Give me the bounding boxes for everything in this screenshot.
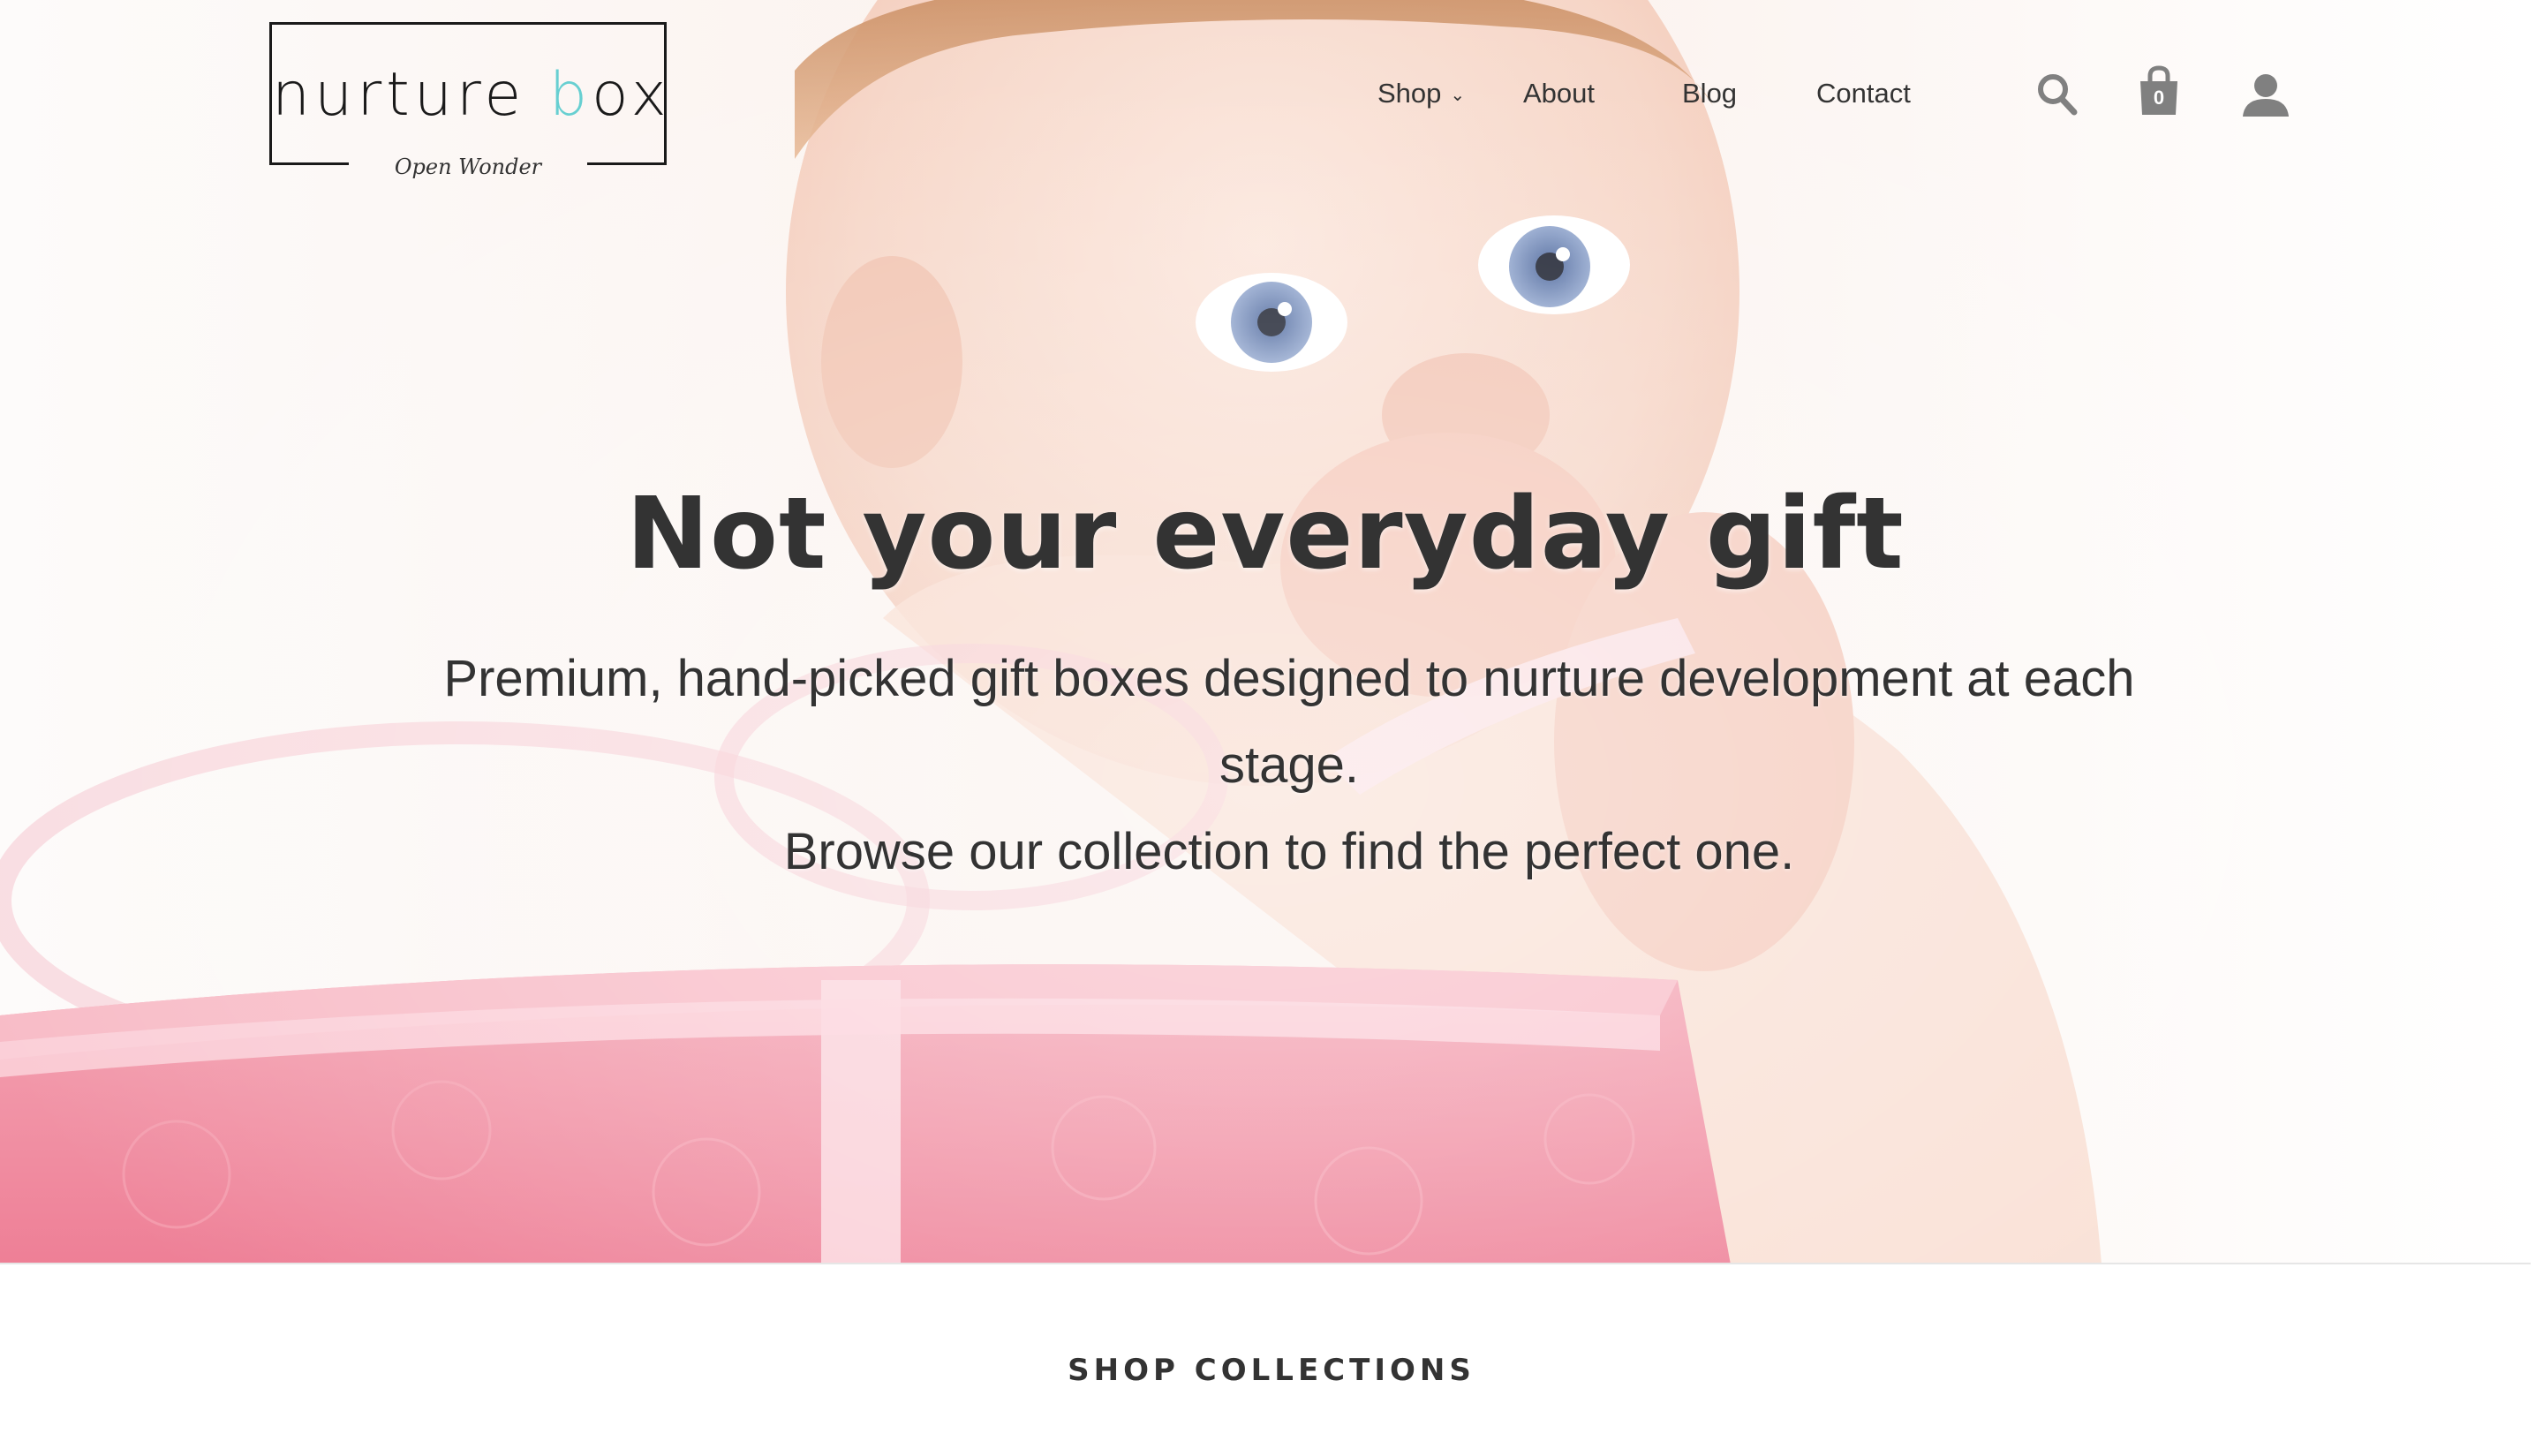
shop-collections-heading: SHOP COLLECTIONS xyxy=(1068,1353,1475,1388)
nav-item-contact[interactable]: Contact xyxy=(1816,78,1911,109)
user-icon xyxy=(2243,74,2289,117)
hero-subtitle: Premium, hand-picked gift boxes designed… xyxy=(389,636,2190,895)
account-button[interactable] xyxy=(2241,72,2290,121)
logo[interactable]: nurture box Open Wonder xyxy=(269,22,667,179)
logo-tagline: Open Wonder xyxy=(394,155,542,179)
page: Not your everyday gift Premium, hand-pic… xyxy=(0,0,2543,1456)
hero-overlay xyxy=(0,0,2531,1263)
hero-title: Not your everyday gift xyxy=(626,477,1905,592)
cart-count-badge: 0 xyxy=(2153,87,2165,109)
logo-word-part-1: nurture xyxy=(272,60,549,130)
hero-banner: Not your everyday gift Premium, hand-pic… xyxy=(0,0,2531,1264)
cart-button[interactable]: 0 xyxy=(2137,65,2181,117)
logo-wordmark: nurture box xyxy=(272,60,667,130)
hero-subtitle-line-2: Browse our collection to find the perfec… xyxy=(783,823,1795,880)
nav-item-label: Shop xyxy=(1377,78,1442,109)
nav-item-about[interactable]: About xyxy=(1523,78,1595,109)
nav-item-shop[interactable]: Shop ⌄ xyxy=(1377,78,1465,109)
logo-word-accent: b xyxy=(548,60,592,130)
nav-item-blog[interactable]: Blog xyxy=(1682,78,1737,109)
chevron-down-icon: ⌄ xyxy=(1450,86,1466,105)
logo-word-part-2: ox xyxy=(592,60,671,130)
hero-subtitle-line-1: Premium, hand-picked gift boxes designed… xyxy=(443,650,2135,794)
search-icon[interactable] xyxy=(2036,72,2079,121)
